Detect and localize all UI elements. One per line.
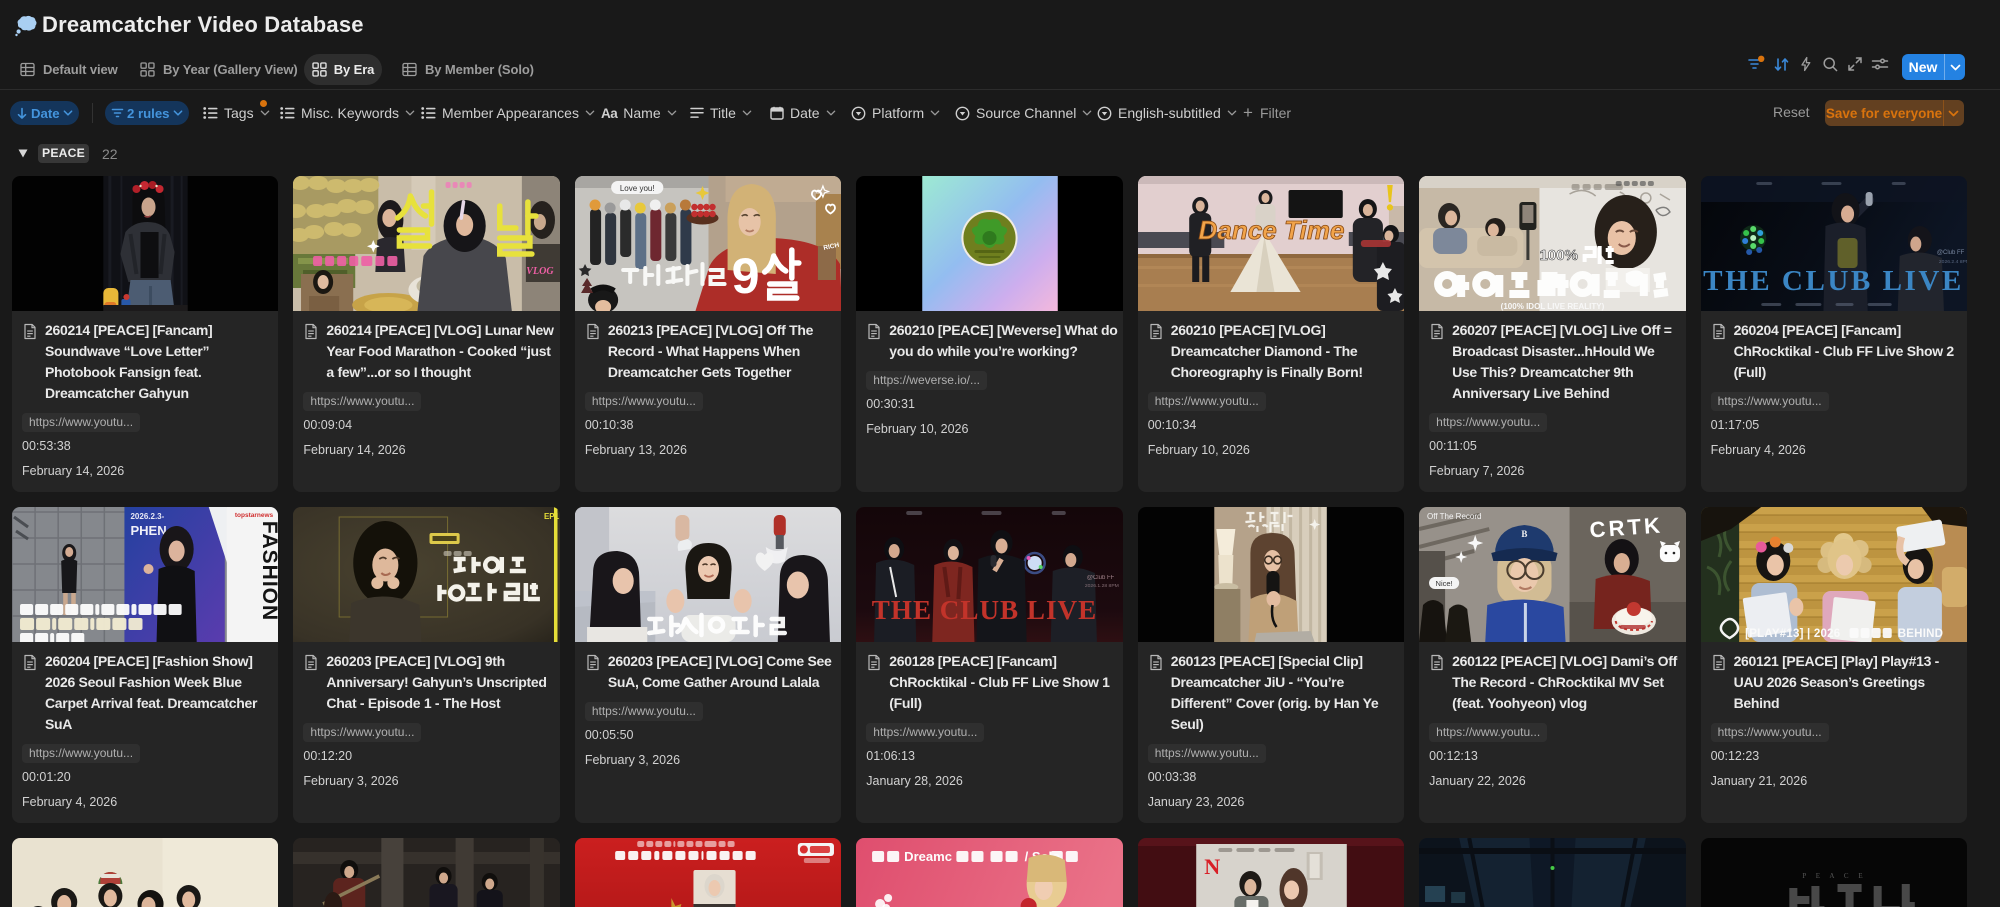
svg-text:Nice!: Nice!: [1436, 579, 1453, 588]
svg-text:@Club FF: @Club FF: [1936, 250, 1964, 256]
svg-text:Off The Record: Off The Record: [1427, 512, 1482, 521]
svg-text:2026.1.28 8PM: 2026.1.28 8PM: [1085, 583, 1119, 589]
svg-text:@Club FF: @Club FF: [1087, 575, 1115, 581]
svg-text:Dreamc: Dreamc: [904, 849, 952, 864]
svg-text:2026.2.4 8PM: 2026.2.4 8PM: [1938, 259, 1967, 265]
svg-text:B: B: [1522, 529, 1528, 539]
svg-text:FASHION: FASHION: [258, 521, 278, 621]
svg-text:9: 9: [732, 248, 760, 304]
svg-text:P E A C E: P E A C E: [1802, 872, 1866, 880]
svg-text:EP1: EP1: [544, 512, 559, 521]
svg-text:topstarnews: topstarnews: [235, 512, 274, 519]
svg-text:VLOG: VLOG: [527, 266, 555, 277]
svg-text:Love you!: Love you!: [620, 184, 655, 193]
svg-text:Dance Time: Dance Time: [1198, 215, 1344, 245]
svg-text:(100% IDOL LIVE REALITY): (100% IDOL LIVE REALITY): [1501, 302, 1605, 311]
svg-text:THE CLUB LIVE: THE CLUB LIVE: [1703, 265, 1964, 297]
svg-text:THE CLUB LIVE: THE CLUB LIVE: [872, 595, 1097, 625]
svg-text:2026.2.3-: 2026.2.3-: [130, 512, 164, 521]
svg-text:N: N: [1204, 854, 1220, 879]
svg-text:[PLAY#13] | 2026: [PLAY#13] | 2026: [1745, 628, 1840, 640]
svg-text:!: !: [1383, 177, 1396, 219]
svg-text:BEHIND: BEHIND: [1897, 628, 1942, 640]
svg-text:PHEN: PHEN: [130, 523, 166, 538]
svg-text:100%: 100%: [1540, 247, 1578, 264]
svg-text:CRTK: CRTK: [1589, 513, 1664, 543]
